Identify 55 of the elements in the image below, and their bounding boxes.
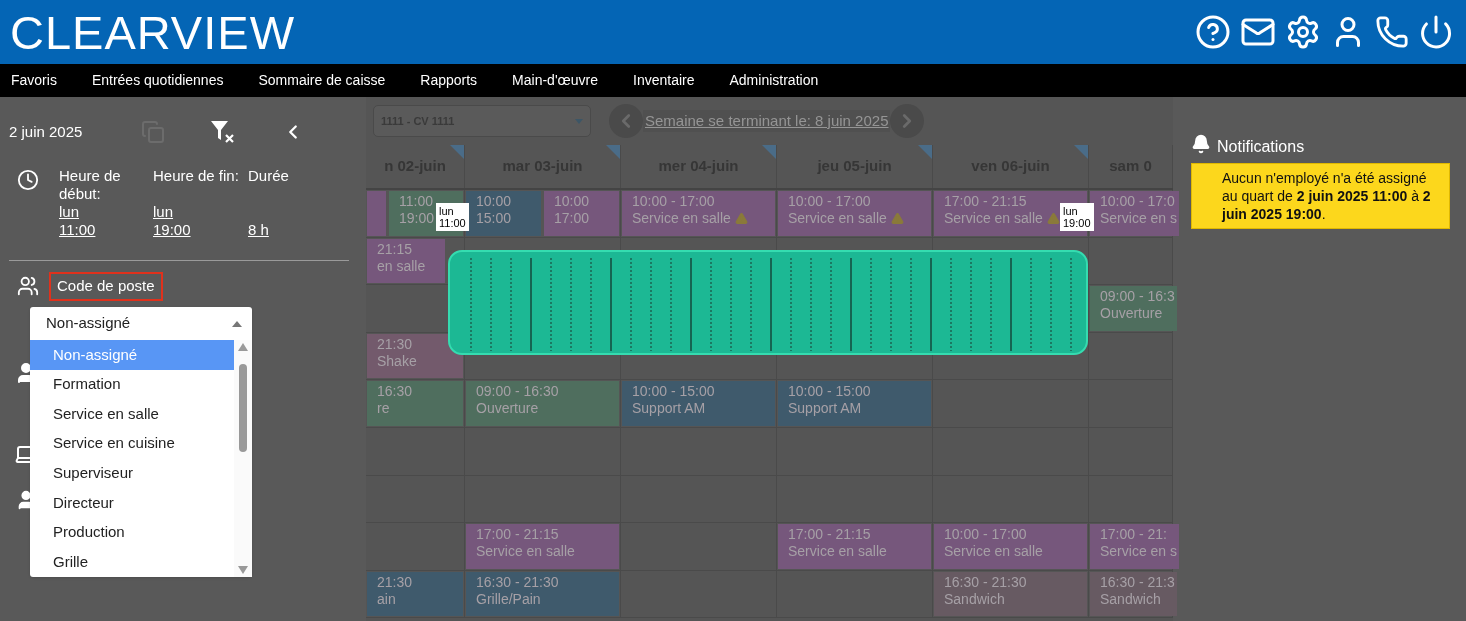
- shift-text: 16:30: [377, 383, 413, 401]
- notification-message: Aucun n'employé n'a été assigné au quart de 2 juin 2025 11:00 à 2 juin 2025 19:00.: [1191, 163, 1450, 229]
- shift-text: 21:15: [377, 240, 413, 258]
- shift-text: Service en salle: [788, 543, 887, 561]
- shift-text: 10:00 - 17:0: [1100, 193, 1175, 210]
- shift-text: Ouverture: [476, 400, 539, 418]
- notifications-title: Notifications: [1217, 137, 1305, 157]
- shift-text: Ouverture: [1100, 305, 1163, 323]
- shift-text: 10:00 - 15:00: [788, 383, 871, 401]
- shift-text: 16:30 - 21:3: [1100, 573, 1175, 591]
- shift-text: Support AM: [632, 400, 706, 418]
- shift-text: Service en salle: [944, 543, 1043, 561]
- shift-text: 10:00 - 15:00: [632, 383, 715, 401]
- shift-text: 10:00 - 17:00: [632, 193, 715, 210]
- field-label: Heure de fin:: [153, 167, 240, 186]
- shift-text: 09:00 - 16:3: [1100, 288, 1175, 306]
- field-label: Durée: [248, 167, 290, 186]
- shift-text: Service en salle: [476, 543, 575, 561]
- shift-text: Service en s: [1100, 543, 1178, 561]
- shift-text: 19:00: [399, 210, 435, 227]
- shift-text: 16:30 - 21:30: [944, 573, 1027, 591]
- shift-text: Service en salle: [632, 210, 748, 227]
- shift-text: ain: [377, 590, 396, 608]
- start-time-tooltip: lun 11:00: [436, 203, 469, 231]
- shift-text: 11:00: [399, 193, 433, 210]
- shift-text: 21:30: [377, 335, 413, 353]
- shift-text: 10:00 - 17:00: [788, 193, 871, 210]
- shift-text: Shake: [377, 352, 417, 370]
- shift-text: 16:30 - 21:30: [476, 573, 559, 591]
- shift-text: 09:00 - 16:30: [476, 383, 559, 401]
- shift-text: Service en salle: [944, 210, 1060, 227]
- shift-text: 17:00 - 21:: [1100, 526, 1167, 544]
- dropdown-value: Non-assigné: [46, 313, 131, 334]
- app-logo: CLEARVIEW: [10, 8, 295, 56]
- shift-text: 10:00: [476, 193, 512, 210]
- shift-text: re: [377, 400, 390, 418]
- position-label: Code de poste: [49, 272, 163, 301]
- shift-text: Grille/Pain: [476, 590, 541, 608]
- shift-text: en salle: [377, 257, 426, 275]
- field-label: Heure de début:: [59, 167, 122, 203]
- shift-text: 10:00 - 17:00: [944, 526, 1027, 544]
- shift-text: 17:00: [554, 210, 590, 227]
- shift-text: Service en s: [1100, 210, 1178, 227]
- shift-text: 10:00: [554, 193, 590, 210]
- shift-text: 17:00 - 21:15: [476, 526, 559, 544]
- shift-text: 21:30: [377, 573, 413, 591]
- shift-text: Support AM: [788, 400, 862, 418]
- date-text: 2 juin 2025: [9, 121, 84, 142]
- shift-text: Sandwich: [1100, 590, 1161, 608]
- shift-text: 17:00 - 21:15: [944, 193, 1027, 210]
- shift-text: 15:00: [476, 210, 512, 227]
- shift-text: 17:00 - 21:15: [788, 526, 871, 544]
- shift-text: Sandwich: [944, 590, 1005, 608]
- end-time-tooltip: lun 19:00: [1060, 203, 1094, 231]
- shift-text: Service en salle: [788, 210, 904, 227]
